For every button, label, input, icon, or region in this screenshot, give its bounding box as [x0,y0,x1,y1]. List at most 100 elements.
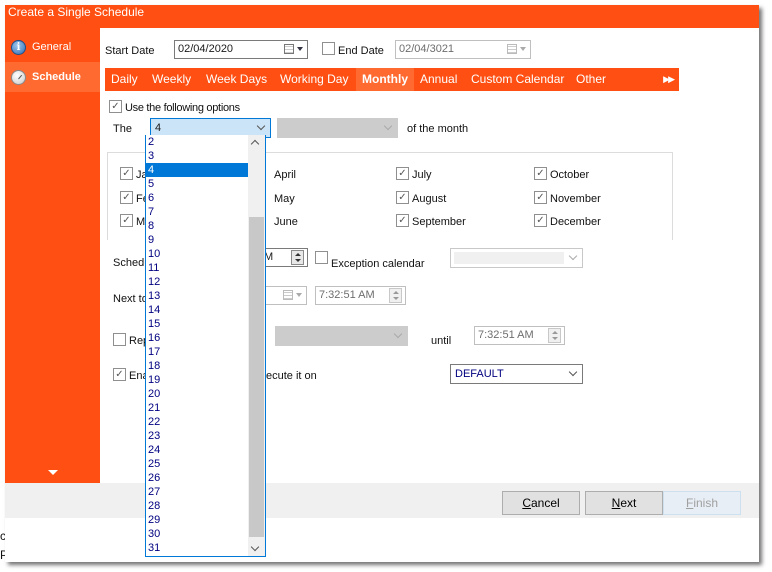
calendar-dropdown-icon[interactable] [283,289,303,302]
sidebar: i General Schedule [5,28,100,483]
month-label-july: July [412,169,432,181]
until-label: until [431,335,452,347]
month-label-september: September [412,216,466,228]
day-of-month-dropdown-list[interactable]: 2 3 4 5 6 7 8 9 10 11 12 13 14 15 16 17 18 19 20 21 22 23 24 25… [145,135,266,557]
month-checkbox-december[interactable]: ✓ [534,214,547,227]
use-options-checkbox[interactable]: ✓ [109,100,122,113]
dropdown-option[interactable]: 12 [146,275,249,289]
enable-checkbox[interactable]: ✓ [113,368,126,381]
next-time-value: 7:32:51 AM [319,289,375,301]
tab-monthly[interactable]: Monthly [356,68,414,91]
month-label-april: April [274,169,297,181]
dropdown-option[interactable]: 18 [146,359,249,373]
tab-daily[interactable]: Daily [105,68,144,91]
chevron-down-icon [256,121,266,131]
until-time-spinner[interactable] [548,328,561,343]
scrollbar-thumb[interactable] [249,217,264,537]
finish-button[interactable]: Finish [663,491,741,515]
dropdown-option[interactable]: 10 [146,247,249,261]
scroll-down-icon[interactable] [250,542,260,552]
weekday-select[interactable] [277,118,398,138]
month-label-june: June [274,216,298,228]
start-date-picker[interactable]: 02/04/2020 [174,40,308,59]
calendar-dropdown-icon[interactable] [284,43,304,56]
month-checkbox-november[interactable]: ✓ [534,191,547,204]
schedule-time-spinner[interactable] [291,250,304,265]
month-checkbox-january[interactable]: ✓ [120,167,133,180]
exception-calendar-checkbox[interactable] [315,251,328,264]
dropdown-option[interactable]: 15 [146,317,249,331]
next-date-picker[interactable] [260,286,307,305]
dropdown-option[interactable]: 7 [146,205,249,219]
next-button[interactable]: Next [585,491,663,515]
dropdown-option[interactable]: 30 [146,527,249,541]
month-label-august: August [412,193,447,205]
dropdown-option[interactable]: 29 [146,513,249,527]
month-checkbox-september[interactable]: ✓ [396,214,409,227]
scroll-up-icon[interactable] [250,139,260,149]
chevron-down-icon [393,329,403,339]
tab-weekly[interactable]: Weekly [146,68,197,91]
dropdown-option[interactable]: 19 [146,373,249,387]
dropdown-option[interactable]: 21 [146,401,249,415]
sidebar-item-label: Schedule [32,71,81,83]
dropdown-option[interactable]: 14 [146,303,249,317]
tab-annual[interactable]: Annual [414,68,463,91]
dropdown-option[interactable]: 13 [146,289,249,303]
dropdown-scrollbar[interactable] [248,135,265,556]
dropdown-option[interactable]: 16 [146,331,249,345]
cancel-button[interactable]: Cancel [502,491,580,515]
execute-on-select[interactable]: DEFAULT [450,364,583,384]
dropdown-option[interactable]: 6 [146,191,249,205]
collapse-arrow-icon[interactable] [48,470,58,475]
dropdown-option[interactable]: 8 [146,219,249,233]
exception-calendar-select[interactable] [450,248,583,268]
month-checkbox-october[interactable]: ✓ [534,167,547,180]
dropdown-option[interactable]: 20 [146,387,249,401]
title-bar[interactable]: Create a Single Schedule [5,5,759,28]
start-date-label: Start Date [105,45,155,57]
until-time-value: 7:32:51 AM [478,329,534,341]
dropdown-option[interactable]: 11 [146,261,249,275]
month-checkbox-february[interactable]: ✓ [120,191,133,204]
dropdown-option[interactable]: 27 [146,485,249,499]
schedule-dialog: Create a Single Schedule i General Sched… [5,5,759,562]
tab-custom-calendar[interactable]: Custom Calendar [465,68,570,91]
chevron-down-icon [383,121,393,131]
dropdown-option[interactable]: 31 [146,541,249,555]
dropdown-option[interactable]: 22 [146,415,249,429]
tab-week-days[interactable]: Week Days [200,68,273,91]
tab-other[interactable]: Other [570,68,612,91]
repeat-checkbox[interactable] [113,333,126,346]
month-checkbox-august[interactable]: ✓ [396,191,409,204]
calendar-dropdown-icon[interactable] [507,43,527,56]
exception-calendar-value [454,252,564,264]
exception-calendar-label: Exception calendar [331,258,425,270]
dropdown-option[interactable]: 23 [146,429,249,443]
day-value: 4 [155,122,162,134]
end-date-picker[interactable]: 02/04/3021 [395,40,531,59]
double-right-arrow-icon[interactable]: ▶▶ [663,68,675,91]
dropdown-option[interactable]: 2 [146,135,249,149]
month-checkbox-july[interactable]: ✓ [396,167,409,180]
sidebar-item-general[interactable]: i General [5,32,100,62]
sidebar-item-schedule[interactable]: Schedule [5,62,100,92]
dropdown-option[interactable]: 5 [146,177,249,191]
start-date-value: 02/04/2020 [178,43,234,55]
dropdown-option[interactable]: 28 [146,499,249,513]
end-date-checkbox[interactable] [322,42,335,55]
dropdown-option[interactable]: 3 [146,149,249,163]
dropdown-option[interactable]: 25 [146,457,249,471]
tab-working-day[interactable]: Working Day [274,68,354,91]
month-label-october: October [550,169,590,181]
info-icon: i [11,39,26,55]
repeat-interval-select[interactable] [275,326,408,346]
dropdown-option[interactable]: 17 [146,345,249,359]
dropdown-option[interactable]: 9 [146,233,249,247]
month-label-november: November [550,193,601,205]
month-checkbox-march[interactable]: ✓ [120,214,133,227]
dropdown-option[interactable]: 26 [146,471,249,485]
next-time-spinner[interactable] [389,288,402,303]
dropdown-option[interactable]: 4 [146,163,249,177]
dropdown-option[interactable]: 24 [146,443,249,457]
